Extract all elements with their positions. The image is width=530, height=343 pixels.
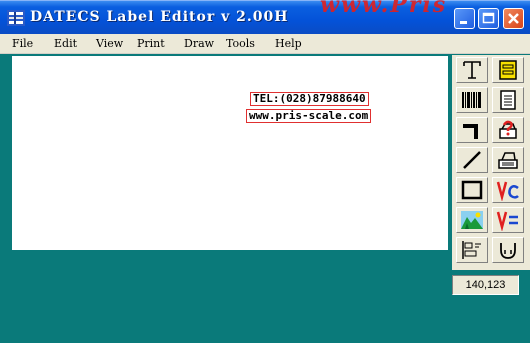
picture-tool-icon bbox=[461, 211, 483, 229]
align-tool-button[interactable] bbox=[456, 237, 488, 263]
print-button[interactable] bbox=[492, 147, 524, 173]
menu-view[interactable]: View bbox=[96, 37, 123, 50]
menu-edit[interactable]: Edit bbox=[54, 37, 77, 50]
document-list-button[interactable] bbox=[492, 87, 524, 113]
line-tool-button[interactable] bbox=[456, 147, 488, 173]
hammer-tool-button[interactable] bbox=[456, 117, 488, 143]
close-button[interactable] bbox=[503, 8, 524, 29]
maximize-icon bbox=[482, 12, 495, 24]
watermark-text: www.Pris bbox=[320, 0, 448, 18]
close-icon bbox=[508, 13, 519, 24]
label-field-website[interactable]: www.pris-scale.com bbox=[246, 109, 372, 123]
minimize-icon bbox=[460, 21, 467, 24]
variable-counter-button[interactable] bbox=[492, 177, 524, 203]
menu-tools[interactable]: Tools bbox=[226, 37, 255, 50]
window-title: DATECS Label Editor v 2.00H bbox=[30, 9, 289, 25]
variable-equal-icon bbox=[496, 211, 518, 231]
text-tool-icon bbox=[463, 61, 481, 79]
rectangle-tool-icon bbox=[461, 180, 483, 200]
printer-icon bbox=[498, 152, 518, 169]
barcode-icon bbox=[462, 92, 481, 108]
printer-help-button[interactable] bbox=[492, 117, 524, 143]
maximize-button[interactable] bbox=[478, 8, 499, 29]
hammer-icon bbox=[463, 124, 478, 139]
title-bar[interactable]: www.Pris DATECS Label Editor v 2.00H bbox=[0, 0, 530, 34]
barcode-tool-button[interactable] bbox=[456, 87, 488, 113]
minimize-button[interactable] bbox=[454, 8, 475, 29]
tool-palette bbox=[452, 55, 530, 270]
field-frame-icon bbox=[499, 60, 517, 80]
menu-draw[interactable]: Draw bbox=[184, 37, 214, 50]
menu-help[interactable]: Help bbox=[275, 37, 302, 50]
connect-icon bbox=[500, 243, 516, 259]
menu-print[interactable]: Print bbox=[137, 37, 165, 50]
label-canvas[interactable]: TEL:(028)87988640 www.pris-scale.com bbox=[12, 56, 448, 250]
menu-bar: File Edit View Print Draw Tools Help bbox=[0, 34, 530, 54]
variable-counter-icon bbox=[496, 181, 519, 201]
document-list-icon bbox=[500, 90, 516, 110]
label-field-telephone[interactable]: TEL:(028)87988640 bbox=[250, 92, 369, 106]
connect-tool-button[interactable] bbox=[492, 237, 524, 263]
picture-tool-button[interactable] bbox=[456, 207, 488, 233]
printer-help-icon bbox=[499, 120, 517, 139]
line-tool-icon bbox=[463, 151, 481, 169]
variable-equal-button[interactable] bbox=[492, 207, 524, 233]
cursor-coordinates: 140,123 bbox=[452, 275, 519, 295]
app-icon bbox=[7, 10, 25, 26]
field-frame-button[interactable] bbox=[492, 57, 524, 83]
text-tool-button[interactable] bbox=[456, 57, 488, 83]
rectangle-tool-button[interactable] bbox=[456, 177, 488, 203]
menu-file[interactable]: File bbox=[12, 37, 33, 50]
align-icon bbox=[462, 241, 481, 259]
